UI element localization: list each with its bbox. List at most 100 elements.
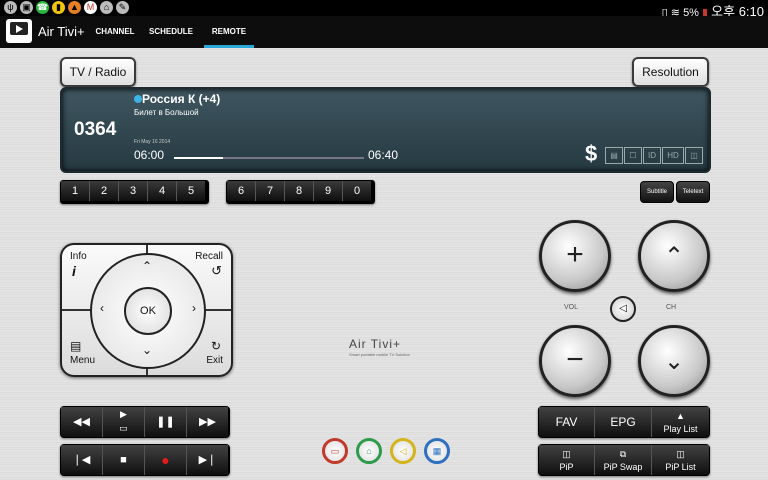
fav-button[interactable]: FAV — [539, 407, 595, 437]
chevron-up-icon: ⌃ — [663, 243, 685, 270]
teletext-button[interactable]: Teletext — [676, 181, 710, 203]
blue-key-icon: ▦ — [432, 446, 442, 456]
resolution-button[interactable]: Resolution — [632, 57, 709, 87]
recall-button-label[interactable]: Recall — [195, 251, 223, 262]
program-date: Fri May 16 2014 — [134, 139, 171, 145]
brush-icon: ✎ — [116, 1, 129, 14]
pip-label: PiP — [559, 462, 574, 472]
previous-button[interactable]: ❘◀ — [61, 445, 103, 475]
brand-logo: Air Tivi+ — [349, 337, 402, 351]
epg-button[interactable]: EPG — [595, 407, 652, 437]
red-button[interactable]: ▭ — [322, 438, 348, 464]
green-button[interactable]: ⌂ — [356, 438, 382, 464]
ok-button[interactable]: OK — [124, 287, 172, 335]
teletext-feature-icon: ▤ — [605, 147, 623, 164]
next-button[interactable]: ▶❘ — [187, 445, 228, 475]
tv-radio-button[interactable]: TV / Radio — [60, 57, 136, 87]
pip-list-button[interactable]: ◫ PiP List — [652, 445, 709, 475]
record-button[interactable]: ● — [145, 445, 187, 475]
gmail-icon: M — [84, 1, 97, 14]
up-arrow-icon[interactable]: ⌃ — [142, 259, 152, 273]
pip-list-label: PiP List — [665, 462, 696, 472]
num-key-5[interactable]: 5 — [177, 181, 205, 201]
whatsapp-icon: ☎ — [36, 1, 49, 14]
rewind-button[interactable]: ◀◀ — [61, 407, 103, 437]
playback-controls-row-2: ❘◀ ■ ● ▶❘ — [60, 444, 230, 476]
yellow-button[interactable]: ◁ — [390, 438, 416, 464]
pause-button[interactable]: ❚❚ — [145, 407, 187, 437]
right-arrow-icon[interactable]: › — [192, 301, 196, 315]
carrot-icon: ▲ — [68, 1, 81, 14]
green-key-icon: ⌂ — [366, 446, 372, 456]
fav-epg-playlist-row: FAV EPG ▲ Play List — [538, 406, 710, 438]
pip-button[interactable]: ◫ PiP — [539, 445, 595, 475]
num-key-6[interactable]: 6 — [227, 181, 256, 201]
num-key-8[interactable]: 8 — [285, 181, 314, 201]
channel-name: Россия К (+4) — [142, 92, 221, 106]
info-icon[interactable]: i — [72, 263, 76, 279]
app-title: Air Tivi+ — [38, 24, 85, 39]
exit-button-label[interactable]: Exit — [206, 355, 223, 366]
blue-button[interactable]: ▦ — [424, 438, 450, 464]
yellow-key-icon: ◁ — [399, 446, 407, 456]
pip-swap-label: PiP Swap — [603, 462, 643, 472]
program-progress-fill — [174, 157, 224, 159]
channel-number: 0364 — [74, 119, 117, 140]
num-key-7[interactable]: 7 — [256, 181, 285, 201]
num-key-2[interactable]: 2 — [90, 181, 119, 201]
menu-icon[interactable]: ▤ — [70, 339, 81, 353]
subtitle-button[interactable]: Subtitle — [640, 181, 674, 203]
pip-list-icon: ◫ — [676, 449, 685, 459]
playback-controls-row-1: ◀◀ ▶ ▭ ❚❚ ▶▶ — [60, 406, 230, 438]
down-arrow-icon[interactable]: ⌄ — [142, 343, 152, 357]
num-key-1[interactable]: 1 — [61, 181, 90, 201]
record-icon: ● — [161, 452, 170, 468]
pip-swap-button[interactable]: ⧉ PiP Swap — [595, 445, 652, 475]
volume-up-button[interactable]: + — [539, 220, 611, 292]
pay-channel-icon: $ — [585, 141, 598, 166]
num-key-9[interactable]: 9 — [314, 181, 343, 201]
num-key-0[interactable]: 0 — [343, 181, 371, 201]
red-key-icon: ▭ — [330, 446, 340, 456]
stop-button[interactable]: ■ — [103, 445, 145, 475]
info-button-label[interactable]: Info — [70, 251, 87, 262]
channel-down-button[interactable]: ⌄ — [638, 325, 710, 397]
vol-label: VOL — [564, 304, 579, 311]
volume-down-button[interactable]: − — [539, 325, 611, 397]
exit-icon[interactable]: ↻ — [211, 339, 221, 353]
status-bar: ψ ▣ ☎ ▮ ▲ M ⌂ ✎ ▯ ≋ 5% ▮ 오후 6:10 — [0, 0, 768, 19]
pip-feature-icon: ◫ — [685, 147, 703, 164]
fast-forward-button[interactable]: ▶▶ — [187, 407, 228, 437]
num-key-3[interactable]: 3 — [119, 181, 148, 201]
plus-icon: + — [566, 238, 584, 271]
timeshift-button[interactable]: ▶ ▭ — [103, 407, 145, 437]
pause-icon: ❚❚ — [156, 416, 175, 428]
play-record-icon: ▶ ▭ — [119, 409, 128, 433]
start-time: 06:00 — [134, 148, 165, 162]
left-arrow-icon[interactable]: ‹ — [100, 301, 104, 315]
recall-icon[interactable]: ↺ — [211, 263, 222, 279]
playlist-button[interactable]: ▲ Play List — [652, 407, 709, 437]
pip-swap-icon: ⧉ — [619, 449, 627, 459]
cart-icon: ▣ — [20, 1, 33, 14]
channel-up-button[interactable]: ⌃ — [638, 220, 710, 292]
skip-next-icon: ▶❘ — [198, 454, 217, 466]
pip-row: ◫ PiP ⧉ PiP Swap ◫ PiP List — [538, 444, 710, 476]
menu-button-label[interactable]: Menu — [70, 355, 95, 366]
tab-channel[interactable]: CHANNEL — [92, 16, 138, 48]
mute-button[interactable]: ◁ — [610, 296, 636, 322]
minus-icon: − — [566, 343, 584, 376]
program-title: Билет в Большой — [134, 108, 199, 117]
usb-icon: ψ — [4, 1, 17, 14]
home-icon: ⌂ — [100, 1, 113, 14]
tab-remote[interactable]: REMOTE — [204, 16, 254, 48]
eject-icon: ▲ — [676, 411, 685, 421]
tab-schedule[interactable]: SCHEDULE — [146, 16, 196, 48]
chevron-down-icon: ⌄ — [663, 348, 685, 375]
end-time: 06:40 — [368, 148, 399, 162]
app-logo-icon[interactable] — [6, 19, 32, 43]
ch-label: CH — [666, 304, 677, 311]
hd-feature-icon: HD — [662, 147, 684, 164]
num-key-4[interactable]: 4 — [148, 181, 177, 201]
rewind-icon: ◀◀ — [73, 416, 90, 428]
